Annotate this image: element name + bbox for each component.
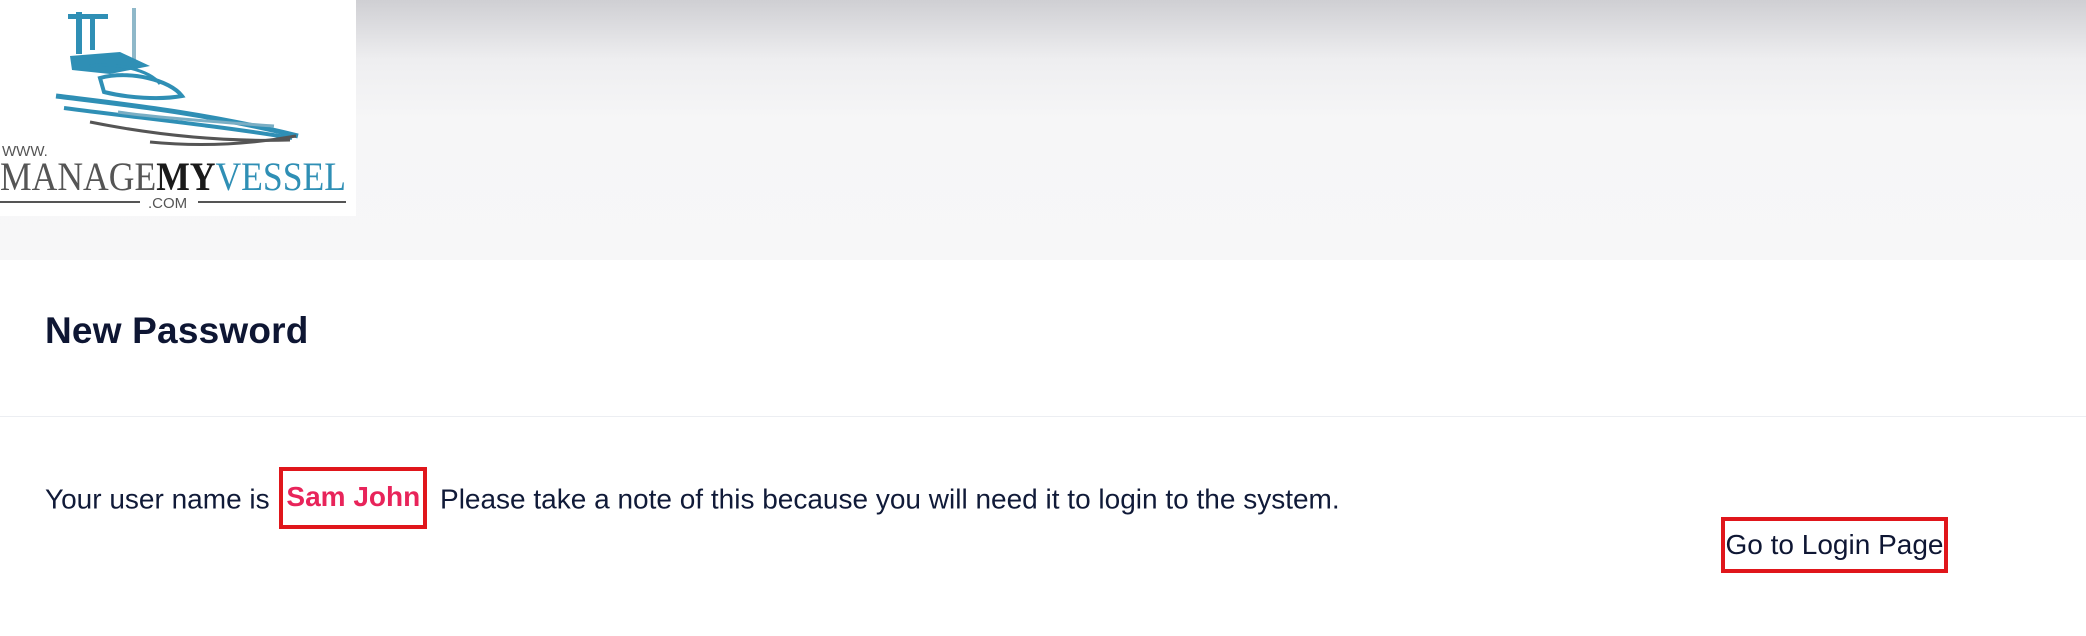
page-title: New Password bbox=[45, 310, 309, 351]
message-text-after: Please take a note of this because you w… bbox=[432, 483, 1340, 515]
svg-text:.COM: .COM bbox=[148, 195, 187, 212]
go-to-login-button[interactable]: Go to Login Page bbox=[1721, 517, 1948, 573]
site-header: WWW. MANAGEMYVESSEL .COM bbox=[0, 0, 2086, 260]
username-value: Sam John bbox=[286, 481, 421, 512]
page-title-bar: New Password bbox=[0, 260, 2086, 417]
svg-text:MANAGEMYVESSEL: MANAGEMYVESSEL bbox=[0, 154, 346, 199]
username-message: Your user name is Sam John Please take a… bbox=[45, 467, 1340, 532]
message-text-before: Your user name is bbox=[45, 483, 278, 515]
managemyvessel-logo[interactable]: WWW. MANAGEMYVESSEL .COM bbox=[0, 0, 356, 216]
yacht-logo-icon: WWW. MANAGEMYVESSEL .COM bbox=[0, 8, 346, 212]
username-highlight: Sam John bbox=[279, 467, 428, 529]
